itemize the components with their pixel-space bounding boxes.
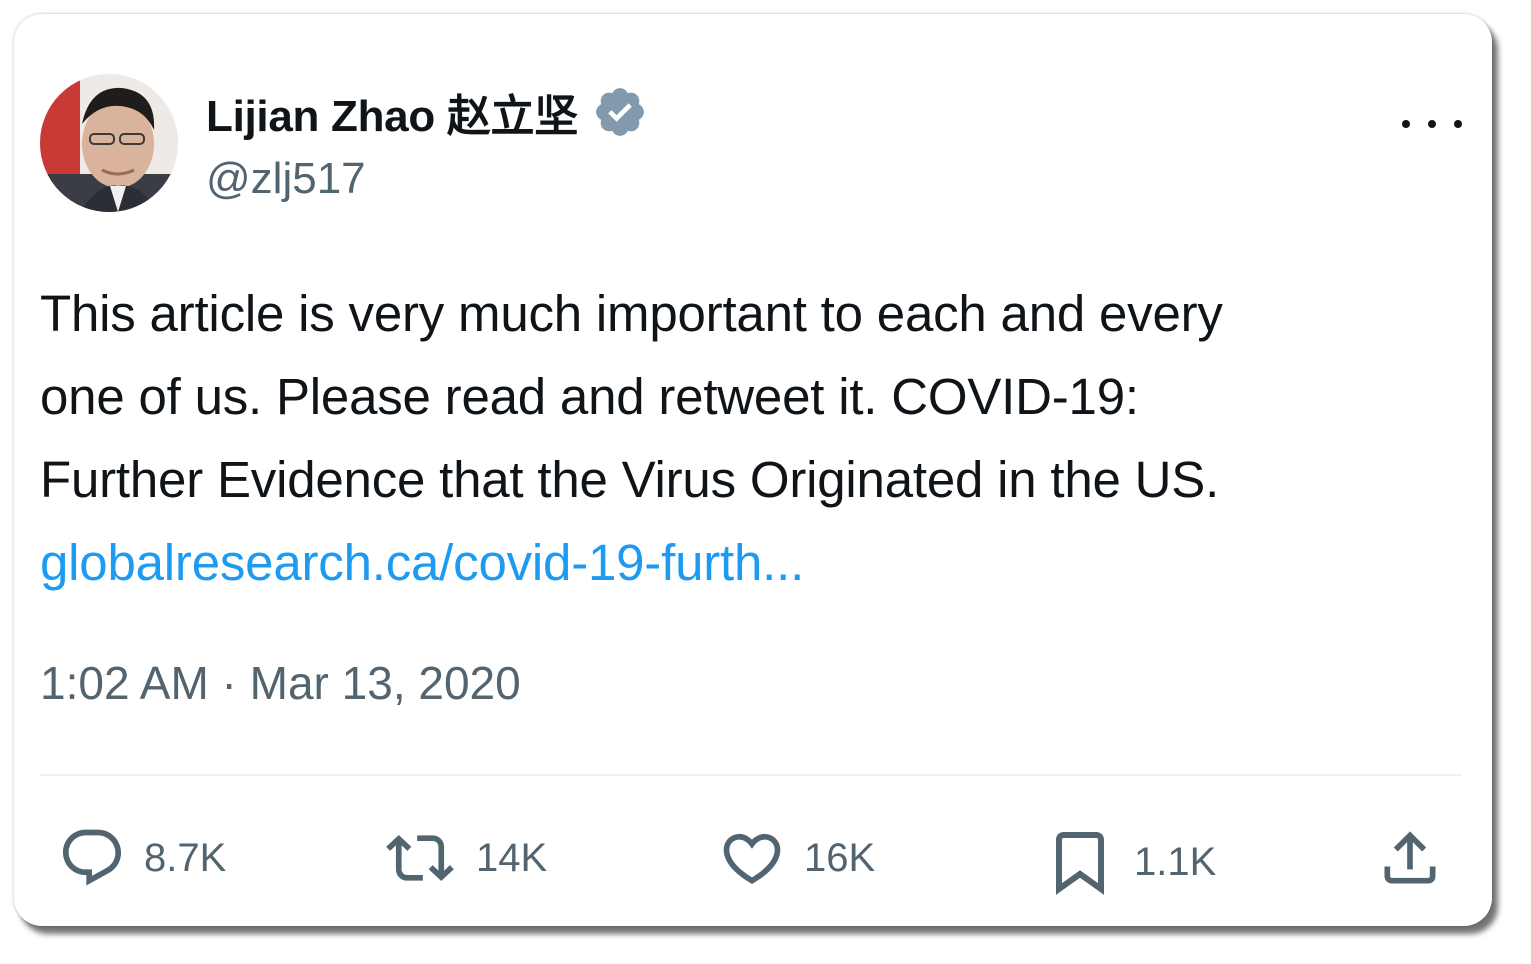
more-dot <box>1402 120 1410 128</box>
bookmark-button[interactable]: 1.1K <box>1044 824 1216 900</box>
reply-button[interactable]: 8.7K <box>58 824 226 892</box>
author-handle[interactable]: @zlj517 <box>206 154 366 204</box>
retweet-count: 14K <box>476 835 548 880</box>
action-bar: 8.7K 14K 16K 1.1K <box>14 814 1492 904</box>
heart-icon <box>723 833 781 884</box>
tweet-link[interactable]: globalresearch.ca/covid-19-furth... <box>40 521 1480 604</box>
more-options-icon[interactable] <box>1402 112 1462 136</box>
author-name-row[interactable]: Lijian Zhao 赵立坚 <box>206 80 648 144</box>
reply-icon <box>62 829 122 886</box>
reply-count: 8.7K <box>144 835 227 880</box>
more-dot <box>1428 120 1436 128</box>
author-display-name[interactable]: Lijian Zhao 赵立坚 <box>206 80 578 144</box>
bookmark-count: 1.1K <box>1134 839 1217 884</box>
tweet-text-line: Further Evidence that the Virus Originat… <box>40 451 1220 508</box>
tweet-text-line: one of us. Please read and retweet it. C… <box>40 368 1139 425</box>
share-button[interactable] <box>1376 824 1444 892</box>
tweet-text-line: This article is very much important to e… <box>40 285 1223 342</box>
tweet-text: This article is very much important to e… <box>40 272 1480 604</box>
like-count: 16K <box>804 835 876 880</box>
divider <box>40 774 1462 776</box>
avatar[interactable] <box>40 74 178 212</box>
bookmark-icon <box>1056 832 1104 895</box>
tweet-card: Lijian Zhao 赵立坚 @zlj517 This article is … <box>14 14 1492 926</box>
tweet-timestamp[interactable]: 1:02 AM · Mar 13, 2020 <box>40 656 521 710</box>
like-button[interactable]: 16K <box>718 824 875 892</box>
avatar-photo <box>40 74 178 212</box>
retweet-button[interactable]: 14K <box>382 824 547 892</box>
verified-badge-icon <box>592 84 648 140</box>
share-icon <box>1384 831 1436 884</box>
more-dot <box>1454 120 1462 128</box>
retweet-icon <box>386 834 454 882</box>
